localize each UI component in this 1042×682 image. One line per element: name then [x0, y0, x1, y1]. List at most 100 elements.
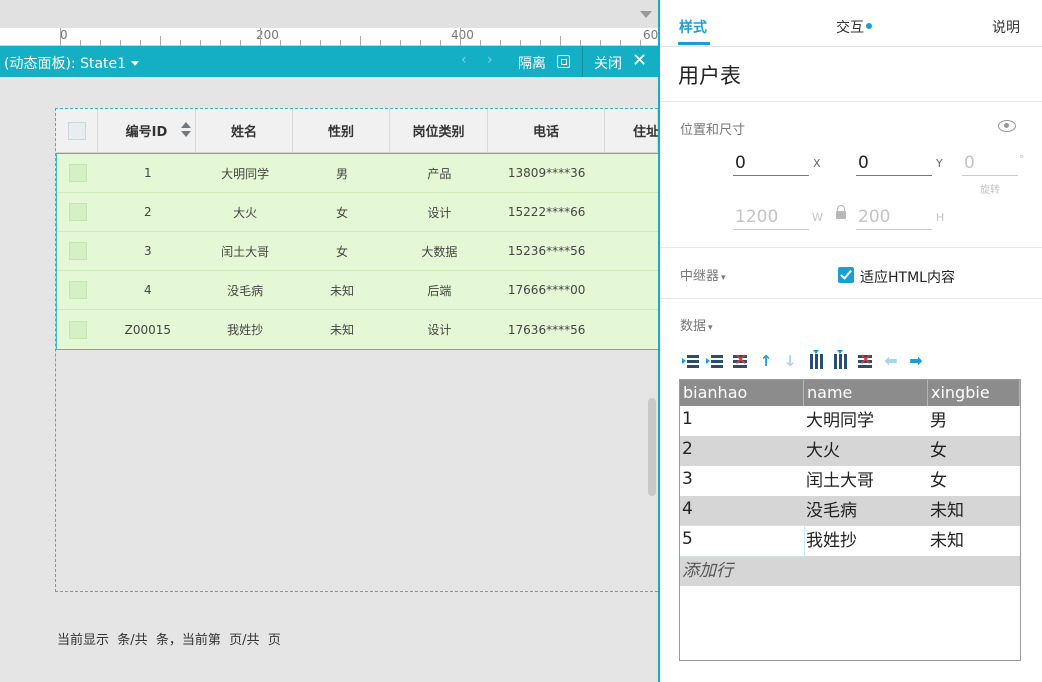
cell-address — [605, 193, 658, 231]
dataset-column-header[interactable]: bianhao — [680, 380, 804, 406]
rotation-label: 旋转 — [980, 185, 1000, 196]
y-field[interactable]: 0 — [856, 150, 932, 176]
height-field[interactable]: 200 — [856, 204, 932, 230]
delete-row-icon[interactable] — [731, 350, 749, 370]
lock-icon[interactable] — [836, 205, 846, 219]
cell-gender: 女 — [335, 244, 348, 259]
dataset-cell[interactable]: 我姓抄 — [804, 526, 928, 556]
table-row[interactable]: 3 闰土大哥 女 大数据 15236****56 — [57, 232, 658, 271]
isolate-icon[interactable] — [557, 55, 570, 68]
isolate-button[interactable]: 隔离 — [518, 53, 546, 73]
table-row[interactable]: Z00015 我姓抄 未知 设计 17636****56 — [57, 310, 658, 349]
design-canvas[interactable]: 0 200 400 60 (动态面板): State1 ‹ › 隔离 关闭 ✕ … — [0, 0, 658, 682]
tab-style[interactable]: 样式 — [679, 17, 707, 37]
table-row[interactable]: 1 大明同学 男 产品 13809****36 — [57, 154, 658, 193]
rotation-field[interactable]: 0 — [962, 150, 1018, 176]
row-checkbox[interactable] — [68, 320, 87, 339]
widget-name[interactable]: 用户表 — [678, 60, 741, 90]
dataset-cell[interactable]: 未知 — [928, 496, 1020, 526]
row-checkbox-cell[interactable] — [57, 271, 99, 309]
dataset-row[interactable]: 3 闰土大哥 女 — [680, 466, 1020, 496]
dataset-cell[interactable]: 1 — [680, 406, 804, 436]
cell-id: 3 — [144, 244, 152, 258]
dataset-cell[interactable]: 2 — [680, 436, 804, 466]
select-all-cell[interactable] — [56, 109, 98, 152]
column-header-phone[interactable]: 电话 — [488, 109, 605, 152]
dataset-row[interactable]: 1 大明同学 男 — [680, 406, 1020, 436]
dataset-cell[interactable]: 4 — [680, 496, 804, 526]
ruler-label: 60 — [643, 28, 658, 42]
row-checkbox-cell[interactable] — [57, 193, 99, 231]
insert-column-right-icon[interactable] — [831, 350, 849, 370]
dataset-column-header[interactable]: xingbie — [928, 380, 1020, 406]
move-row-down-icon[interactable]: ↓ — [781, 352, 799, 370]
column-header-id[interactable]: 编号ID — [98, 109, 196, 152]
user-table[interactable]: 编号ID 姓名 性别 岗位类别 电话 住址 1 大明同学 男 产品 13809*… — [56, 109, 658, 350]
width-field[interactable]: 1200 — [733, 204, 809, 230]
next-state-icon[interactable]: › — [487, 52, 493, 68]
row-checkbox[interactable] — [68, 164, 87, 182]
move-column-right-icon[interactable]: ➡ — [907, 352, 925, 370]
section-title-position[interactable]: 位置和尺寸 — [680, 119, 745, 138]
chevron-down-icon — [131, 61, 140, 66]
divider — [660, 298, 1042, 299]
ruler-tick — [260, 28, 261, 46]
add-row-button[interactable]: 添加行 — [680, 556, 1020, 586]
dataset-cell[interactable]: 男 — [928, 406, 1020, 436]
move-column-left-icon[interactable]: ⬅ — [882, 352, 900, 370]
dataset-cell[interactable]: 大明同学 — [804, 406, 928, 436]
column-header-name[interactable]: 姓名 — [196, 109, 293, 152]
divider — [660, 247, 1042, 248]
dataset-cell[interactable]: 3 — [680, 466, 804, 496]
dataset-cell[interactable]: 没毛病 — [804, 496, 928, 526]
cell-id: 1 — [144, 166, 152, 180]
dataset-row[interactable]: 5 我姓抄 未知 — [680, 525, 1020, 557]
section-title-data[interactable]: 数据 ▾ — [680, 315, 713, 334]
dataset-cell-editing[interactable]: 5 — [680, 525, 805, 557]
close-button[interactable]: 关闭 — [594, 53, 622, 73]
table-row[interactable]: 2 大火 女 设计 15222****66 — [57, 193, 658, 232]
tab-notes[interactable]: 说明 — [992, 17, 1020, 37]
insert-column-left-icon[interactable] — [807, 350, 825, 370]
dataset-table[interactable]: bianhao name xingbie 1 大明同学 男 2 大火 女 3 闰… — [679, 379, 1021, 661]
dataset-row[interactable]: 2 大火 女 — [680, 436, 1020, 466]
sort-icon[interactable] — [181, 122, 191, 138]
section-title-repeater[interactable]: 中继器 ▾ — [680, 265, 726, 284]
dataset-cell[interactable]: 大火 — [804, 436, 928, 466]
dataset-cell[interactable]: 未知 — [928, 526, 1020, 556]
insert-row-below-icon[interactable] — [706, 352, 724, 370]
close-icon[interactable]: ✕ — [632, 50, 647, 71]
row-checkbox[interactable] — [68, 242, 87, 260]
row-checkbox[interactable] — [68, 281, 87, 299]
collapse-arrow-icon[interactable] — [640, 11, 652, 18]
tab-interaction[interactable]: 交互 — [836, 17, 872, 37]
row-checkbox-cell[interactable] — [57, 310, 99, 349]
column-header-address[interactable]: 住址 — [605, 109, 658, 152]
inspector-panel: 样式 交互 说明 用户表 位置和尺寸 0 X 0 Y 0 ° 旋转 1200 W… — [658, 0, 1042, 682]
vertical-scrollbar[interactable] — [648, 398, 656, 496]
fit-html-label[interactable]: 适应HTML内容 — [860, 267, 955, 287]
row-checkbox-cell[interactable] — [57, 154, 99, 192]
dataset-row[interactable]: 4 没毛病 未知 — [680, 496, 1020, 526]
delete-column-icon[interactable] — [856, 350, 874, 370]
caret-down-icon: ▾ — [708, 323, 713, 333]
x-field[interactable]: 0 — [733, 150, 809, 176]
dataset-cell[interactable]: 闰土大哥 — [804, 466, 928, 496]
move-row-up-icon[interactable]: ↑ — [757, 352, 775, 370]
cell-address — [605, 310, 658, 349]
dataset-cell[interactable]: 女 — [928, 466, 1020, 496]
insert-row-above-icon[interactable] — [682, 352, 700, 370]
column-header-role[interactable]: 岗位类别 — [390, 109, 488, 152]
fit-html-checkbox[interactable] — [838, 267, 854, 283]
select-all-checkbox[interactable] — [67, 121, 86, 140]
column-header-gender[interactable]: 性别 — [293, 109, 390, 152]
dataset-column-header[interactable]: name — [804, 380, 928, 406]
dataset-cell[interactable]: 女 — [928, 436, 1020, 466]
prev-state-icon[interactable]: ‹ — [461, 52, 467, 68]
eye-icon[interactable] — [998, 120, 1016, 132]
row-checkbox-cell[interactable] — [57, 232, 99, 270]
table-row[interactable]: 4 没毛病 未知 后端 17666****00 — [57, 271, 658, 310]
panel-state-selector[interactable]: (动态面板): State1 — [4, 53, 140, 73]
dataset-header: bianhao name xingbie — [680, 380, 1020, 406]
row-checkbox[interactable] — [68, 203, 87, 221]
